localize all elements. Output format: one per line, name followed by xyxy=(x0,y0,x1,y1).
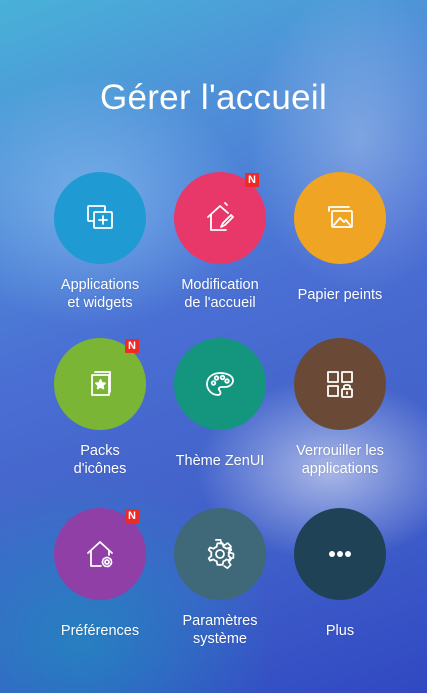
preferences-tile[interactable]: N Préférences xyxy=(30,508,170,658)
icon-packs-tile[interactable]: N Packs d'icônes xyxy=(30,338,170,488)
icon-pack-icon xyxy=(91,371,111,396)
wallpaper-icon xyxy=(328,206,353,228)
lock-apps-label: Verrouiller les applications xyxy=(296,443,384,477)
new-badge: N xyxy=(125,509,139,523)
zenui-theme-button[interactable] xyxy=(174,338,266,430)
home-edit-icon xyxy=(207,202,234,231)
icon-packs-label: Packs d'icônes xyxy=(73,443,127,477)
gear-icon xyxy=(207,538,235,570)
home-settings-icon xyxy=(87,541,113,568)
new-badge: N xyxy=(125,339,139,353)
apps-widgets-tile[interactable]: Applications et widgets xyxy=(30,172,170,322)
lock-apps-tile[interactable]: Verrouiller les applications xyxy=(270,338,410,488)
more-tile[interactable]: Plus xyxy=(270,508,410,658)
wallpapers-label: Papier peints xyxy=(297,287,383,303)
page-title: Gérer l'accueil xyxy=(99,78,328,117)
more-dots-icon xyxy=(329,551,351,557)
wallpapers-button[interactable] xyxy=(294,172,386,264)
home-edit-tile[interactable]: N Modification de l'accueil xyxy=(150,172,290,322)
system-settings-tile[interactable]: Paramètres système xyxy=(150,508,290,658)
more-label: Plus xyxy=(325,623,355,639)
preferences-label: Préférences xyxy=(60,623,140,639)
manage-home-screen: Gérer l'accueil Applications et widgets xyxy=(0,0,427,693)
palette-icon xyxy=(206,372,234,396)
wallpapers-tile[interactable]: Papier peints xyxy=(270,172,410,322)
app-lock-icon xyxy=(327,371,353,398)
apps-widgets-label: Applications et widgets xyxy=(60,277,140,311)
zenui-theme-tile[interactable]: Thème ZenUI xyxy=(150,338,290,488)
new-badge: N xyxy=(245,173,259,187)
system-settings-label: Paramètres système xyxy=(182,613,258,647)
lock-apps-button[interactable] xyxy=(294,338,386,430)
more-button[interactable] xyxy=(294,508,386,600)
zenui-theme-label: Thème ZenUI xyxy=(175,453,265,469)
apps-widgets-button[interactable] xyxy=(54,172,146,264)
add-widget-icon xyxy=(87,205,113,229)
system-settings-button[interactable] xyxy=(174,508,266,600)
home-edit-label: Modification de l'accueil xyxy=(181,277,259,311)
